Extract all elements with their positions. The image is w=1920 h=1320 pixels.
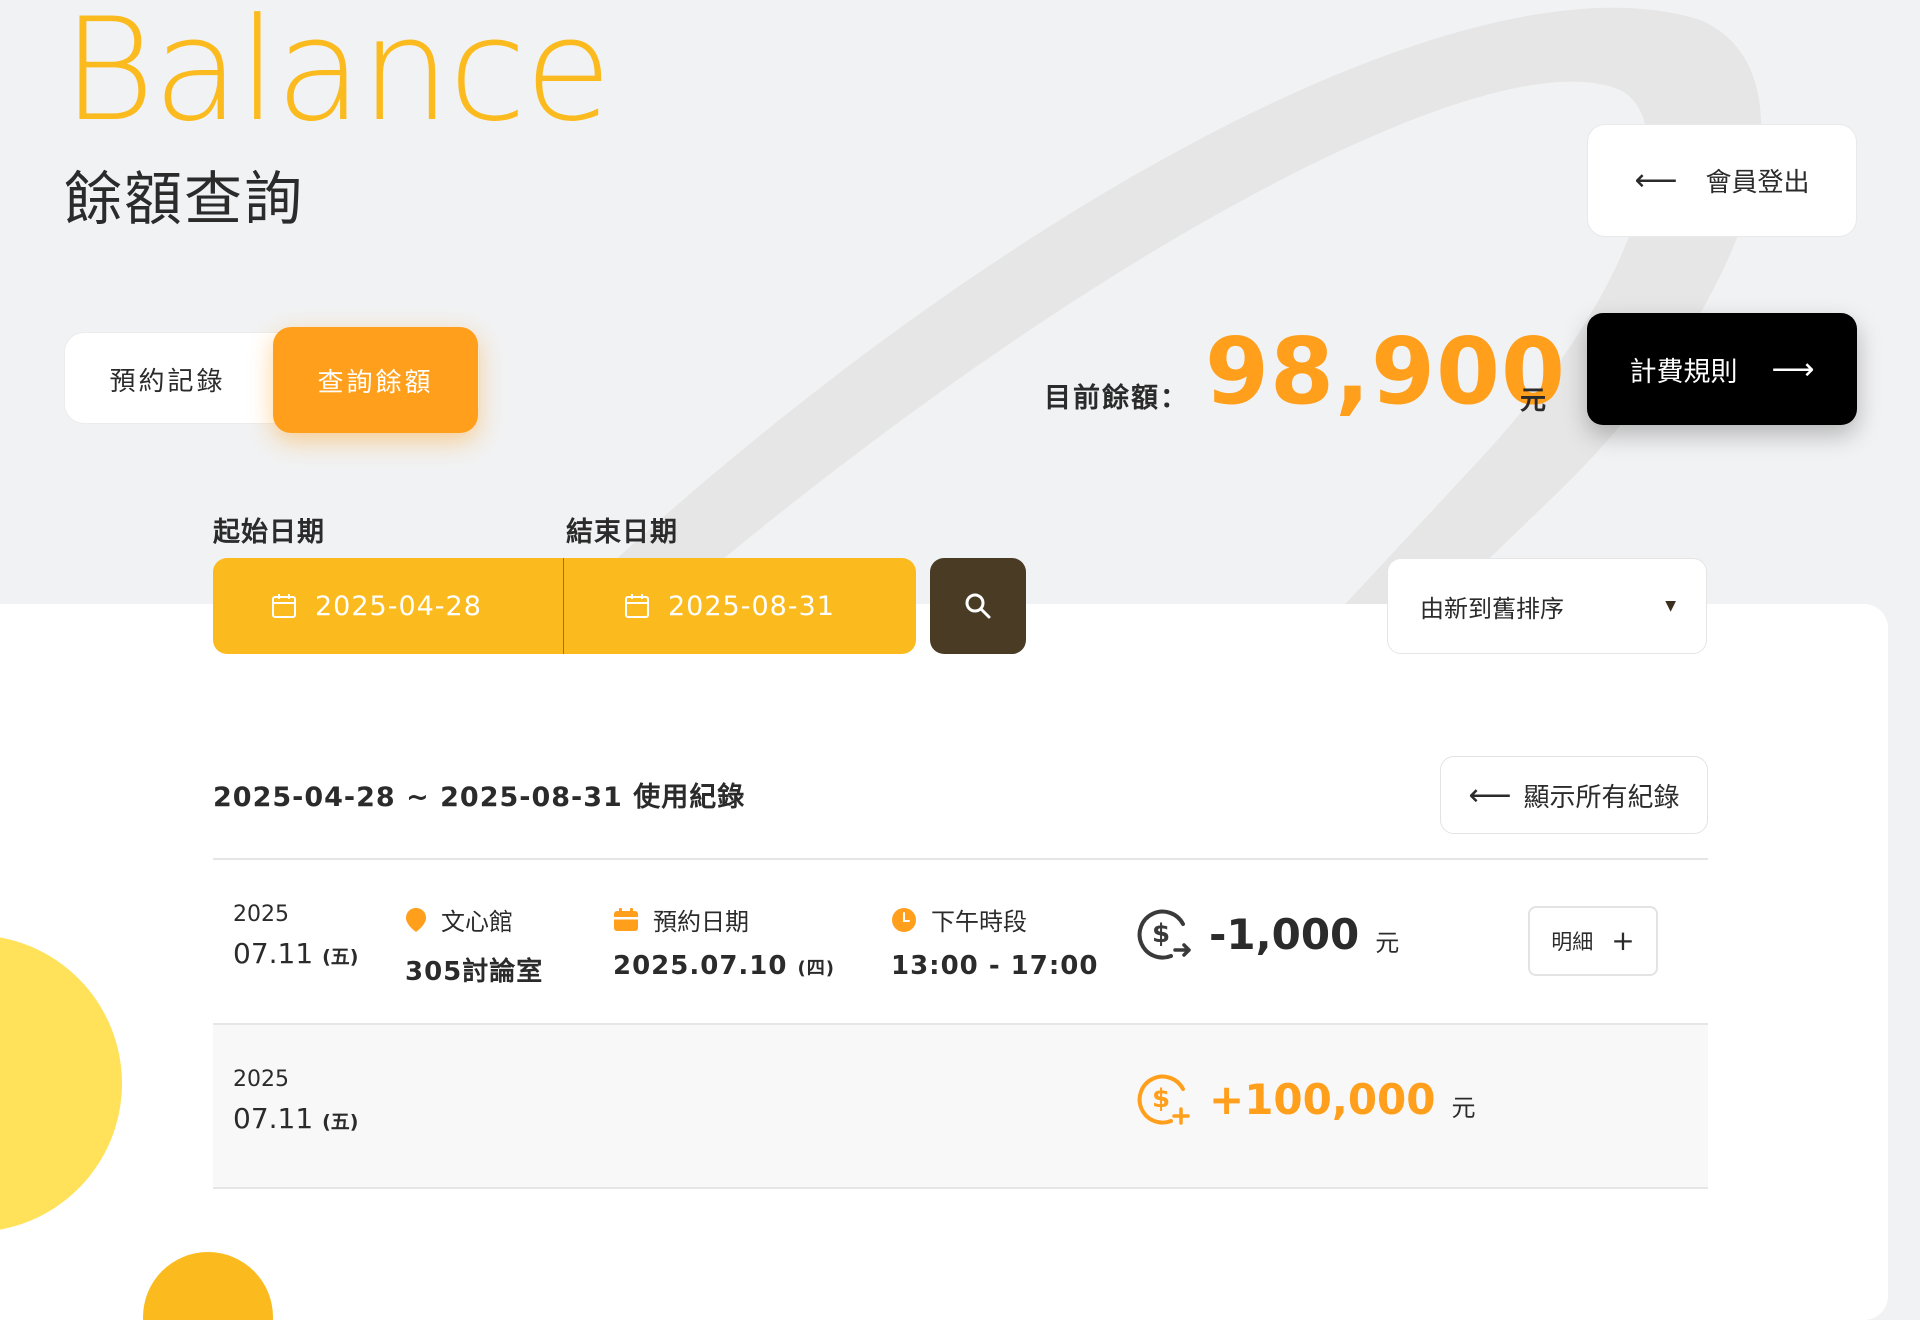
caret-down-icon: ▼ <box>1665 598 1676 614</box>
show-all-label: 顯示所有紀錄 <box>1523 782 1680 813</box>
calendar-booking-icon <box>614 907 638 931</box>
booking-date-label: 預約日期 <box>653 908 749 936</box>
svg-text:$: $ <box>1152 1084 1170 1114</box>
record-row: 2025 07.11 (五) $ +100,000 元 <box>213 1025 1708 1188</box>
detail-label: 明細 <box>1551 930 1594 954</box>
record-amount-unit: 元 <box>1451 1093 1476 1122</box>
detail-button[interactable]: 明細 + <box>1528 906 1658 976</box>
divider <box>213 1187 1708 1189</box>
record-year: 2025 <box>233 1067 289 1092</box>
balance-amount: 98,900 <box>1205 318 1567 425</box>
tab-booking-records[interactable]: 預約記錄 <box>65 333 270 425</box>
end-date-input[interactable]: 2025-08-31 <box>566 558 916 654</box>
calendar-icon <box>625 594 649 618</box>
start-date-value: 2025-04-28 <box>315 590 482 622</box>
record-weekday: (五) <box>322 1111 359 1133</box>
svg-text:$: $ <box>1152 919 1170 949</box>
search-icon <box>965 593 991 619</box>
end-date-label: 結束日期 <box>566 517 678 548</box>
balance-page: Balance 餘額查詢 ⟵ 會員登出 預約記錄 查詢餘額 目前餘額： 98,9… <box>0 0 1920 1320</box>
plus-icon: + <box>1611 924 1635 957</box>
start-date-input[interactable]: 2025-04-28 <box>213 558 564 654</box>
sort-select[interactable]: 由新到舊排序 ▼ <box>1387 558 1707 654</box>
date-range-picker: 2025-04-28 2025-08-31 <box>213 558 916 654</box>
pricing-rules-label: 計費規則 <box>1629 356 1738 388</box>
balance-unit: 元 <box>1520 386 1547 416</box>
record-amount: +100,000 <box>1209 1074 1436 1124</box>
location-pin-icon <box>406 907 426 932</box>
venue-label: 文心館 <box>441 908 513 936</box>
record-date: 07.11 <box>233 937 314 970</box>
arrow-left-icon: ⟵ <box>1634 163 1678 198</box>
arrow-right-icon: ⟶ <box>1771 351 1815 387</box>
booking-weekday: (四) <box>797 958 835 979</box>
records-range-title: 2025-04-28 ~ 2025-08-31 使用紀錄 <box>213 782 746 813</box>
coin-minus-icon: $ <box>1137 909 1191 960</box>
start-date-label: 起始日期 <box>213 517 325 548</box>
booking-date: 2025.07.10 <box>613 951 788 981</box>
clock-icon <box>892 907 916 932</box>
tab-query-balance[interactable]: 查詢餘額 <box>273 327 478 433</box>
show-all-records-button[interactable]: ⟵ 顯示所有紀錄 <box>1440 756 1708 834</box>
pricing-rules-button[interactable]: 計費規則 ⟶ <box>1587 313 1857 425</box>
search-button[interactable] <box>930 558 1026 654</box>
record-row: 2025 07.11 (五) 文心館 305討論室 預約日期 2025.07.1… <box>213 860 1708 1023</box>
coin-plus-icon: $ <box>1137 1074 1190 1125</box>
session-time: 13:00 - 17:00 <box>891 951 1099 981</box>
record-amount: -1,000 <box>1209 909 1360 959</box>
brand-title: Balance <box>62 0 612 153</box>
balance-label: 目前餘額： <box>1044 383 1189 414</box>
record-weekday: (五) <box>322 946 359 968</box>
end-date-value: 2025-08-31 <box>668 590 835 622</box>
session-label: 下午時段 <box>931 908 1027 936</box>
logout-button[interactable]: ⟵ 會員登出 <box>1587 124 1857 237</box>
calendar-icon <box>272 594 296 618</box>
tab-bar: 預約記錄 查詢餘額 <box>64 327 480 433</box>
logout-label: 會員登出 <box>1705 168 1810 198</box>
page-title: 餘額查詢 <box>64 165 305 233</box>
record-date: 07.11 <box>233 1102 314 1135</box>
sort-select-value: 由新到舊排序 <box>1420 594 1564 623</box>
venue-room: 305討論室 <box>405 957 544 987</box>
record-year: 2025 <box>233 902 289 927</box>
arrow-left-icon: ⟵ <box>1468 777 1512 813</box>
record-amount-unit: 元 <box>1375 928 1400 957</box>
